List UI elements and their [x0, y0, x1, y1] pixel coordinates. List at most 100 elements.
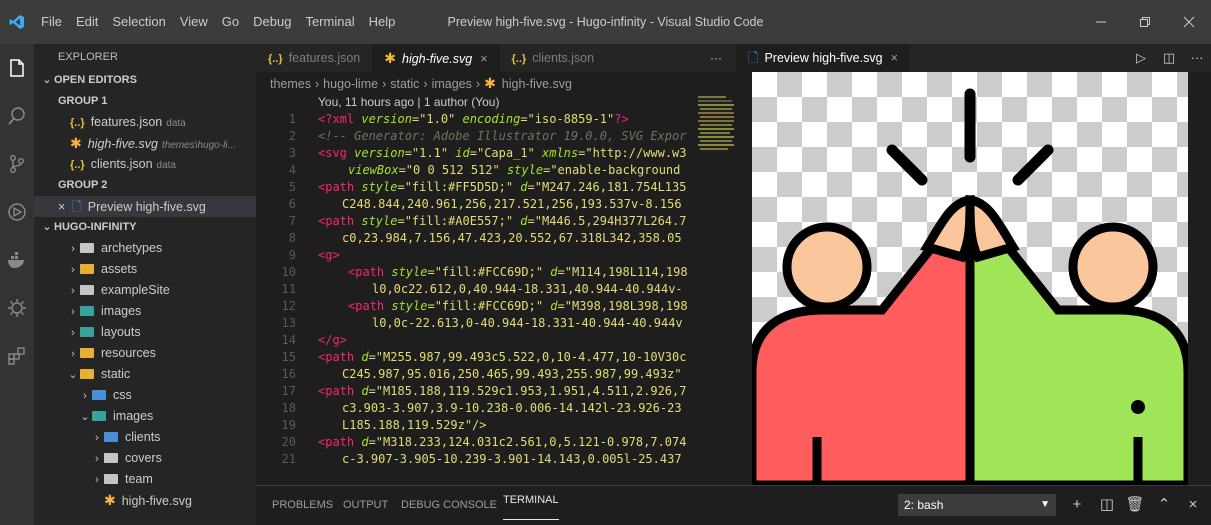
code-token: xmlns [534, 146, 579, 160]
tab-features-json[interactable]: {..} features.json [256, 44, 372, 72]
close-icon[interactable]: × [480, 52, 487, 66]
tab-clients-json[interactable]: {..} clients.json [500, 44, 607, 72]
minimize-icon [1096, 21, 1106, 23]
trash-icon[interactable]: 🗑 [1124, 494, 1146, 516]
project-section[interactable]: ⌄ HUGO-INFINITY [34, 217, 256, 238]
minimize-button[interactable] [1079, 0, 1123, 44]
tree-folder[interactable]: › team [34, 469, 256, 490]
open-editor-item[interactable]: ✱ high-five.svg themes\hugo-li... [34, 133, 256, 154]
tab-high-five-svg[interactable]: ✱ high-five.svg × [372, 44, 500, 72]
tree-folder[interactable]: › covers [34, 448, 256, 469]
git-blame-lens[interactable]: You, 11 hours ago | 1 author (You) [318, 94, 499, 110]
code-text: L185.188,119.529z"/> [342, 418, 487, 432]
chevron-right-icon: › [71, 348, 75, 360]
open-editors-section[interactable]: ⌄ OPEN EDITORS [34, 70, 256, 91]
code-line: 2 <!-- Generator: Adobe Illustrator 19.0.… [256, 128, 736, 144]
open-editor-item[interactable]: {..} features.json data [34, 112, 256, 133]
open-editor-hint: themes\hugo-li... [161, 140, 236, 151]
tab-output[interactable]: OUTPUT [343, 486, 388, 525]
preview-tabs: 🗋 Preview high-five.svg × ▷ ◫ ··· [736, 44, 1211, 72]
line-number: 6 [288, 197, 296, 211]
close-icon [1183, 16, 1195, 28]
menu-view[interactable]: View [173, 0, 215, 44]
tab-terminal[interactable]: TERMINAL [503, 492, 559, 520]
tree-folder[interactable]: ⌄ images [34, 406, 256, 427]
tree-folder[interactable]: › resources [34, 343, 256, 364]
menu-debug[interactable]: Debug [246, 0, 298, 44]
terminal-select-value: 2: bash [904, 498, 944, 512]
menu-edit[interactable]: Edit [69, 0, 105, 44]
line-number: 18 [281, 401, 296, 415]
code-token: ="fill:#A0E557;" [397, 214, 514, 228]
code-area[interactable]: You, 11 hours ago | 1 author (You) 1 <?xm… [256, 94, 736, 485]
tree-folder[interactable]: › assets [34, 259, 256, 280]
json-file-icon: {..} [70, 159, 85, 171]
breadcrumb-item[interactable]: images [432, 77, 472, 91]
split-terminal-icon[interactable]: ◫ [1096, 494, 1118, 516]
terminal-select[interactable]: 2: bash ▼ [898, 494, 1056, 516]
tab-debug-console[interactable]: DEBUG CONSOLE [401, 486, 497, 525]
code-token: d [513, 214, 528, 228]
extensions-gear-icon[interactable] [0, 284, 34, 332]
tree-folder[interactable]: › images [34, 301, 256, 322]
code-token: ?> [614, 112, 629, 126]
more-actions-icon[interactable]: ··· [1183, 44, 1211, 72]
run-icon[interactable]: ▷ [1127, 44, 1155, 72]
svg-file-icon: ✱ [484, 75, 496, 91]
breadcrumb-item[interactable]: high-five.svg [502, 77, 572, 91]
tab-preview-high-five[interactable]: 🗋 Preview high-five.svg × [736, 44, 910, 72]
extensions-icon[interactable] [0, 332, 34, 380]
tree-file[interactable]: ✱ high-five.svg [34, 490, 256, 511]
code-text: </g> [318, 333, 347, 347]
folder-icon [92, 390, 106, 400]
explorer-icon[interactable] [0, 44, 34, 92]
svg-preview-pane: 🗋 Preview high-five.svg × ▷ ◫ ··· [736, 44, 1211, 490]
menu-file[interactable]: File [34, 0, 69, 44]
code-line: 3 <svg version="1.1" id="Capa_1" xmlns="h… [256, 145, 736, 161]
source-control-icon[interactable] [0, 140, 34, 188]
chevron-up-icon[interactable]: ⌃ [1153, 494, 1175, 516]
chevron-right-icon: › [475, 77, 481, 91]
preview-canvas [747, 72, 1193, 490]
group-1-label: GROUP 1 [58, 95, 108, 107]
open-editor-item[interactable]: × 🗋 Preview high-five.svg [34, 196, 256, 217]
tree-folder-label: clients [125, 430, 161, 444]
code-token: d [543, 265, 558, 279]
new-terminal-button[interactable]: + [1066, 494, 1088, 516]
close-icon[interactable]: × [891, 51, 898, 65]
code-token: ="http://www.w3 [578, 146, 687, 160]
menu-terminal[interactable]: Terminal [298, 0, 361, 44]
breadcrumb-item[interactable]: static [390, 77, 419, 91]
docker-icon[interactable] [0, 236, 34, 284]
more-actions-icon[interactable]: ··· [710, 44, 722, 72]
menu-go[interactable]: Go [215, 0, 246, 44]
tab-problems[interactable]: PROBLEMS [272, 486, 333, 525]
code-line: 8 c0,23.984,7.156,47.423,20.552,67.318L34… [256, 230, 736, 246]
tree-folder[interactable]: ⌄ static [34, 364, 256, 385]
line-number: 1 [288, 112, 296, 126]
search-icon[interactable] [0, 92, 34, 140]
code-token: ="M185.188,119.529c1.953,1.951,4.511,2.9… [368, 384, 687, 398]
split-editor-icon[interactable]: ◫ [1155, 44, 1183, 72]
restore-button[interactable] [1123, 0, 1167, 44]
menu-selection[interactable]: Selection [105, 0, 172, 44]
breadcrumb-item[interactable]: themes [270, 77, 311, 91]
close-panel-icon[interactable]: × [1182, 494, 1204, 516]
tree-folder[interactable]: › exampleSite [34, 280, 256, 301]
line-number: 21 [281, 452, 296, 466]
close-window-button[interactable] [1167, 0, 1211, 44]
minimap[interactable] [696, 94, 736, 204]
breadcrumb-item[interactable]: hugo-lime [323, 77, 378, 91]
open-editor-item[interactable]: {..} clients.json data [34, 154, 256, 175]
code-line: 12 <path style="fill:#FCC69D;" d="M398,19… [256, 298, 736, 314]
tree-folder[interactable]: › layouts [34, 322, 256, 343]
code-token: ="fill:#FF5D5D;" [397, 180, 514, 194]
code-token: <path [318, 384, 355, 398]
code-text: C245.987,95.016,250.465,99.493,255.987,9… [342, 367, 682, 381]
tree-folder[interactable]: › css [34, 385, 256, 406]
menu-help[interactable]: Help [362, 0, 403, 44]
close-icon[interactable]: × [58, 200, 65, 214]
tree-folder[interactable]: › clients [34, 427, 256, 448]
tree-folder[interactable]: › archetypes [34, 238, 256, 259]
debug-icon[interactable] [0, 188, 34, 236]
